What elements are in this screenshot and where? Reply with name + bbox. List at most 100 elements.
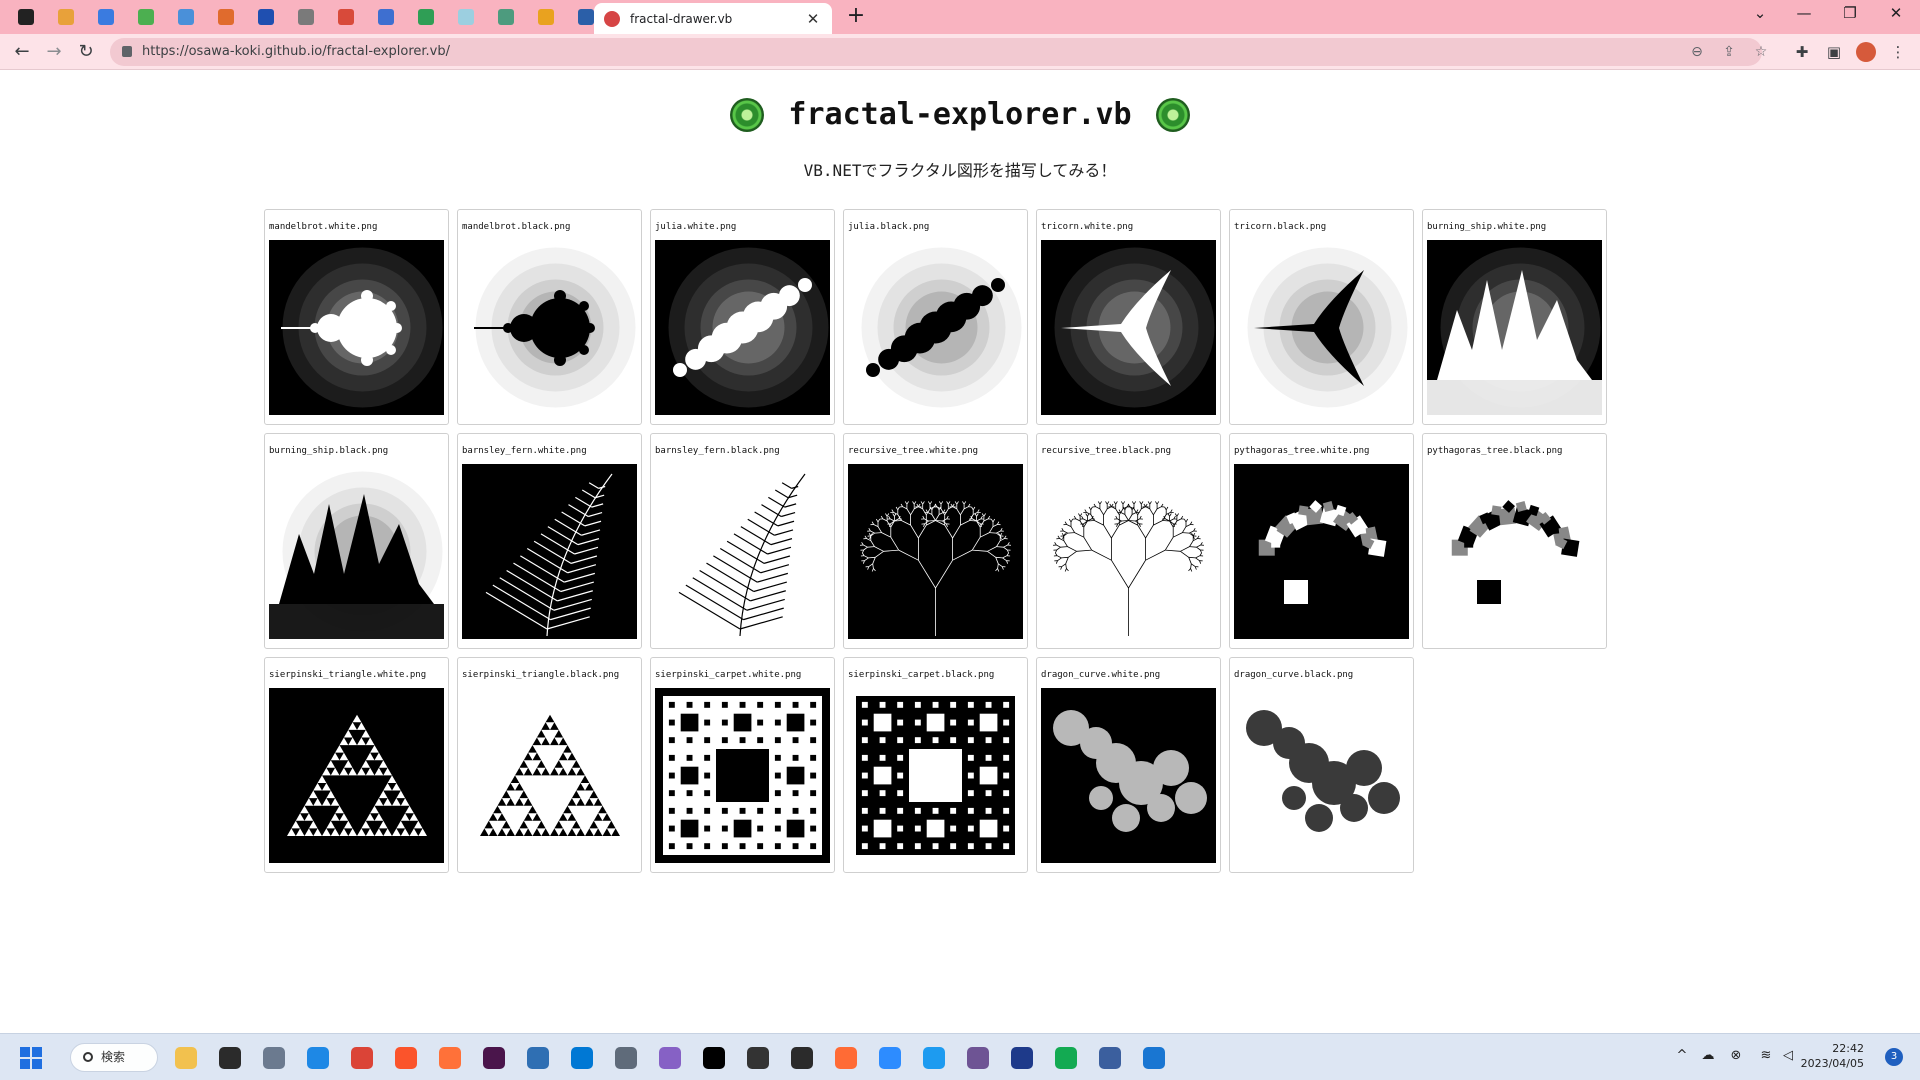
tray-app-icon[interactable]: ⊗ xyxy=(1726,1048,1746,1063)
fractal-image[interactable] xyxy=(1427,240,1602,415)
pinned-tab-9[interactable] xyxy=(330,5,362,29)
taskbar-app-21-icon[interactable] xyxy=(1050,1044,1082,1072)
taskbar-search[interactable]: 検索 xyxy=(70,1043,158,1072)
fractal-card[interactable]: mandelbrot.black.png xyxy=(457,209,642,425)
fractal-card[interactable]: sierpinski_triangle.white.png xyxy=(264,657,449,873)
fractal-card[interactable]: dragon_curve.black.png xyxy=(1229,657,1414,873)
fractal-card[interactable]: barnsley_fern.white.png xyxy=(457,433,642,649)
pinned-tab-11[interactable] xyxy=(410,5,442,29)
forward-arrow-icon[interactable]: → xyxy=(42,40,66,64)
pinned-tab-7[interactable] xyxy=(250,5,282,29)
fractal-card[interactable]: mandelbrot.white.png xyxy=(264,209,449,425)
taskbar-app-5-icon[interactable] xyxy=(346,1044,378,1072)
taskbar-app-10-icon[interactable] xyxy=(566,1044,598,1072)
fractal-card[interactable]: julia.black.png xyxy=(843,209,1028,425)
taskbar-app-13-icon[interactable] xyxy=(698,1044,730,1072)
share-icon[interactable]: ⇪ xyxy=(1720,43,1738,61)
taskbar-app-12-icon[interactable] xyxy=(654,1044,686,1072)
pinned-tab-10[interactable] xyxy=(370,5,402,29)
pinned-tab-8[interactable] xyxy=(290,5,322,29)
fractal-image[interactable] xyxy=(848,688,1023,863)
fractal-image[interactable] xyxy=(848,240,1023,415)
taskbar-app-4-icon[interactable] xyxy=(302,1044,334,1072)
pinned-tab-2[interactable] xyxy=(50,5,82,29)
fractal-card[interactable]: pythagoras_tree.black.png xyxy=(1422,433,1607,649)
fractal-image[interactable] xyxy=(1234,464,1409,639)
taskbar-app-22-icon[interactable] xyxy=(1094,1044,1126,1072)
taskbar-app-1-icon[interactable] xyxy=(170,1044,202,1072)
fractal-card[interactable]: recursive_tree.black.png xyxy=(1036,433,1221,649)
taskbar-app-19-icon[interactable] xyxy=(962,1044,994,1072)
fractal-image[interactable] xyxy=(1041,688,1216,863)
bookmark-star-icon[interactable]: ☆ xyxy=(1752,43,1770,61)
system-clock[interactable]: 22:42 2023/04/05 xyxy=(1794,1041,1864,1071)
fractal-image[interactable] xyxy=(1041,464,1216,639)
fractal-card[interactable]: tricorn.black.png xyxy=(1229,209,1414,425)
fractal-image[interactable] xyxy=(269,464,444,639)
back-arrow-icon[interactable]: ← xyxy=(10,40,34,64)
tray-chevron-icon[interactable]: ^ xyxy=(1672,1048,1692,1063)
fractal-card[interactable]: pythagoras_tree.white.png xyxy=(1229,433,1414,649)
taskbar-app-16-icon[interactable] xyxy=(830,1044,862,1072)
taskbar-app-17-icon[interactable] xyxy=(874,1044,906,1072)
url-text[interactable]: https://osawa-koki.github.io/fractal-exp… xyxy=(142,44,450,59)
taskbar-app-23-icon[interactable] xyxy=(1138,1044,1170,1072)
fractal-image[interactable] xyxy=(462,240,637,415)
fractal-image[interactable] xyxy=(462,464,637,639)
minimize-button[interactable]: — xyxy=(1790,4,1818,22)
fractal-card[interactable]: dragon_curve.white.png xyxy=(1036,657,1221,873)
close-window-button[interactable]: ✕ xyxy=(1882,4,1910,22)
tab-search-icon[interactable]: ⌄ xyxy=(1746,4,1774,22)
pinned-tab-1[interactable] xyxy=(10,5,42,29)
extensions-puzzle-icon[interactable]: ✚ xyxy=(1792,42,1812,62)
fractal-card[interactable]: burning_ship.white.png xyxy=(1422,209,1607,425)
taskbar-app-18-icon[interactable] xyxy=(918,1044,950,1072)
side-panel-icon[interactable]: ▣ xyxy=(1824,42,1844,62)
fractal-card[interactable]: burning_ship.black.png xyxy=(264,433,449,649)
taskbar-app-2-icon[interactable] xyxy=(214,1044,246,1072)
reload-icon[interactable]: ↻ xyxy=(74,40,98,64)
taskbar-app-9-icon[interactable] xyxy=(522,1044,554,1072)
pinned-tab-14[interactable] xyxy=(530,5,562,29)
address-bar[interactable]: https://osawa-koki.github.io/fractal-exp… xyxy=(110,38,1767,66)
wifi-icon[interactable]: ≋ xyxy=(1756,1048,1776,1063)
tab-close-icon[interactable]: ✕ xyxy=(804,10,822,28)
fractal-image[interactable] xyxy=(269,688,444,863)
new-tab-button[interactable]: + xyxy=(844,5,868,29)
fractal-image[interactable] xyxy=(655,240,830,415)
fractal-image[interactable] xyxy=(1234,688,1409,863)
notification-badge[interactable]: 3 xyxy=(1885,1048,1903,1066)
fractal-image[interactable] xyxy=(1041,240,1216,415)
fractal-image[interactable] xyxy=(1234,240,1409,415)
fractal-image[interactable] xyxy=(462,688,637,863)
taskbar-app-14-icon[interactable] xyxy=(742,1044,774,1072)
fractal-image[interactable] xyxy=(1427,464,1602,639)
taskbar-app-15-icon[interactable] xyxy=(786,1044,818,1072)
fractal-card[interactable]: recursive_tree.white.png xyxy=(843,433,1028,649)
fractal-card[interactable]: julia.white.png xyxy=(650,209,835,425)
fractal-card[interactable]: sierpinski_triangle.black.png xyxy=(457,657,642,873)
taskbar-app-3-icon[interactable] xyxy=(258,1044,290,1072)
fractal-card[interactable]: sierpinski_carpet.black.png xyxy=(843,657,1028,873)
taskbar-app-8-icon[interactable] xyxy=(478,1044,510,1072)
fractal-image[interactable] xyxy=(269,240,444,415)
fractal-image[interactable] xyxy=(655,464,830,639)
menu-kebab-icon[interactable]: ⋮ xyxy=(1888,42,1908,62)
profile-avatar[interactable] xyxy=(1856,42,1876,62)
pinned-tab-5[interactable] xyxy=(170,5,202,29)
pinned-tab-6[interactable] xyxy=(210,5,242,29)
restore-button[interactable]: ❐ xyxy=(1836,4,1864,22)
pinned-tab-3[interactable] xyxy=(90,5,122,29)
pinned-tab-13[interactable] xyxy=(490,5,522,29)
start-button-windows-icon[interactable] xyxy=(20,1047,42,1069)
taskbar-app-20-icon[interactable] xyxy=(1006,1044,1038,1072)
taskbar-app-11-icon[interactable] xyxy=(610,1044,642,1072)
fractal-card[interactable]: sierpinski_carpet.white.png xyxy=(650,657,835,873)
zoom-icon[interactable]: ⊖ xyxy=(1688,43,1706,61)
pinned-tab-12[interactable] xyxy=(450,5,482,29)
fractal-image[interactable] xyxy=(655,688,830,863)
tab-fractal-drawer[interactable]: fractal-drawer.vb ✕ xyxy=(594,3,832,34)
fractal-image[interactable] xyxy=(848,464,1023,639)
taskbar-app-7-icon[interactable] xyxy=(434,1044,466,1072)
taskbar-app-6-icon[interactable] xyxy=(390,1044,422,1072)
